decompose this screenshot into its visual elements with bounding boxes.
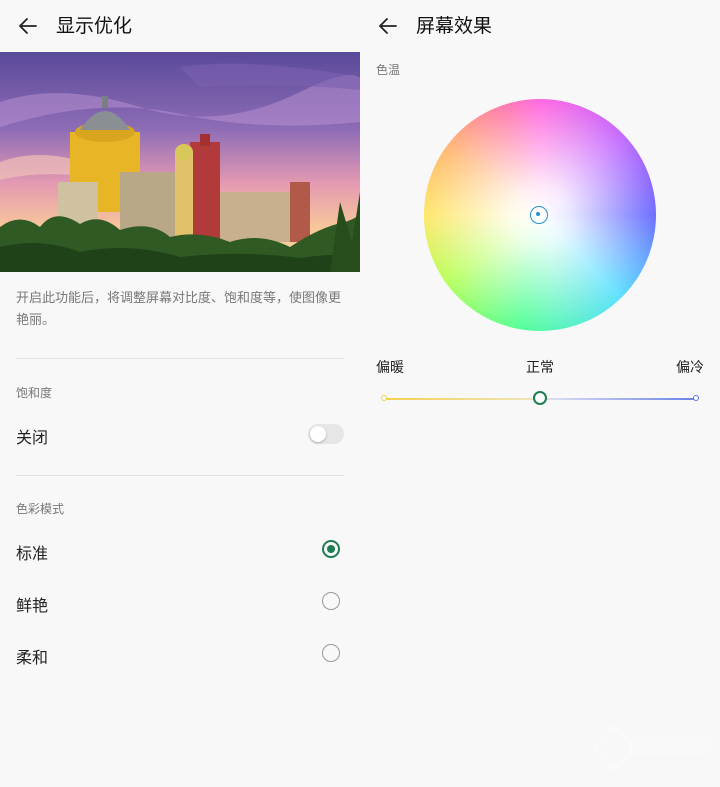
color-picker-handle[interactable] <box>530 206 548 224</box>
slider-cool-end <box>693 395 699 401</box>
color-mode-vivid-radio[interactable] <box>322 592 340 610</box>
page-title: 显示优化 <box>56 15 133 37</box>
color-mode-soft-label: 柔和 <box>16 648 49 667</box>
slider-warm-label: 偏暖 <box>376 360 404 376</box>
arrow-left-icon[interactable] <box>16 14 40 38</box>
color-mode-vivid-label: 鲜艳 <box>16 596 49 615</box>
divider <box>16 358 344 359</box>
preview-image <box>0 52 360 272</box>
slider-cool-label: 偏冷 <box>676 360 704 376</box>
slider-normal-label: 正常 <box>526 360 554 376</box>
arrow-left-icon[interactable] <box>376 14 400 38</box>
top-bar: 屏幕效果 <box>360 0 720 52</box>
description-text: 开启此功能后，将调整屏幕对比度、饱和度等，使图像更艳丽。 <box>16 291 342 328</box>
color-temperature-label: 色温 <box>376 63 401 77</box>
screen-effect-screen: 屏幕效果 色温 偏暖 正常 偏冷 <box>360 0 720 787</box>
color-mode-section-label: 色彩模式 <box>16 502 65 516</box>
screenshot-root: 显示优化 开启此功能后，将调整屏幕对比度、饱和度等，使图像更艳丽。 饱和度 关闭… <box>0 0 720 787</box>
color-mode-soft-radio[interactable] <box>322 644 340 662</box>
divider <box>16 475 344 476</box>
saturation-option-label: 关闭 <box>16 428 49 447</box>
saturation-section-label: 饱和度 <box>16 386 53 400</box>
display-optimization-screen: 显示优化 开启此功能后，将调整屏幕对比度、饱和度等，使图像更艳丽。 饱和度 关闭… <box>0 0 360 787</box>
saturation-toggle[interactable] <box>308 424 344 444</box>
toggle-knob <box>310 426 326 442</box>
watermark-logo <box>591 723 710 773</box>
page-title: 屏幕效果 <box>416 15 493 37</box>
slider-thumb[interactable] <box>533 391 547 405</box>
slider-warm-end <box>381 395 387 401</box>
color-mode-standard-radio[interactable] <box>322 540 340 558</box>
color-mode-standard-label: 标准 <box>16 544 49 563</box>
top-bar: 显示优化 <box>0 0 360 52</box>
color-wheel-container <box>424 99 656 331</box>
